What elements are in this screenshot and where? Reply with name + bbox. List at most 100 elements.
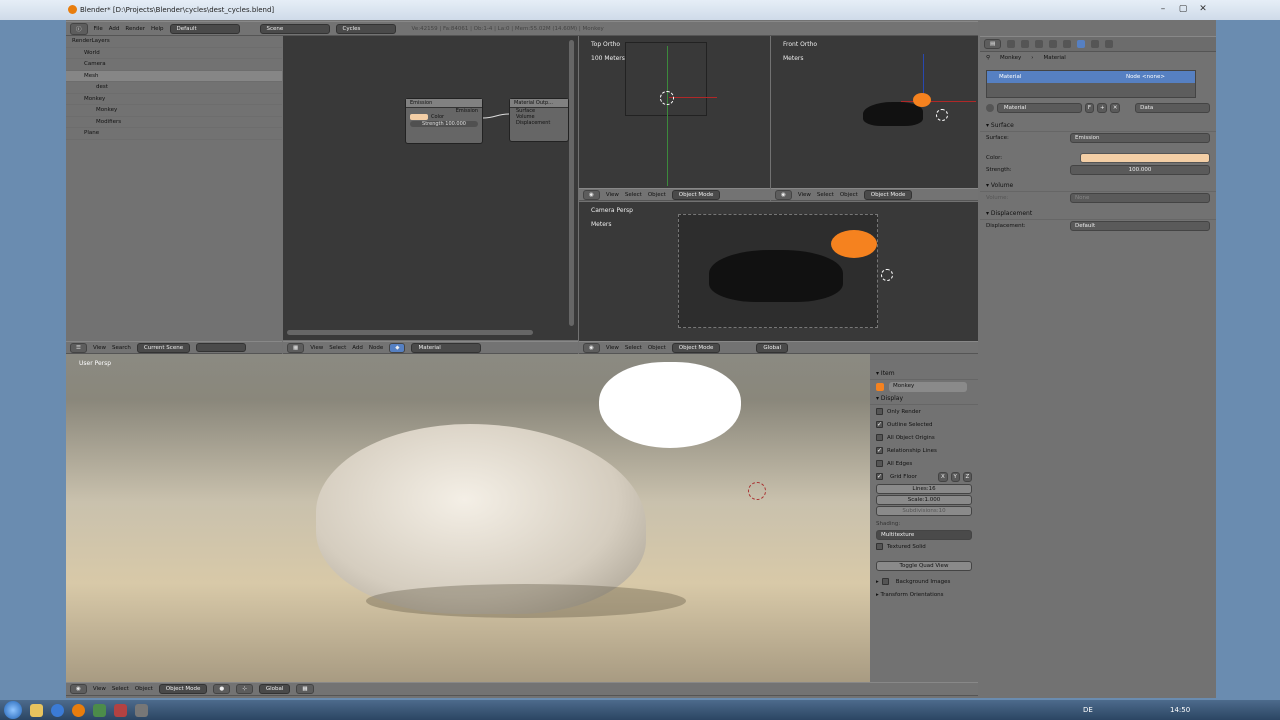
item-section-header[interactable]: ▾ Item	[870, 368, 978, 380]
volume-shader-selector[interactable]: None	[1070, 193, 1210, 203]
menu-help[interactable]: Help	[151, 26, 164, 32]
object-menu[interactable]: Object	[648, 345, 666, 351]
outliner-search-menu[interactable]: Search	[112, 345, 131, 351]
surface-section-header[interactable]: ▾ Surface	[980, 120, 1216, 132]
view-menu[interactable]: View	[606, 192, 619, 198]
axis-y-toggle[interactable]: Y	[950, 471, 960, 482]
app-icon[interactable]	[93, 703, 106, 717]
outliner-row[interactable]: World	[66, 48, 282, 59]
menu-add[interactable]: Add	[109, 26, 120, 32]
world-tab-icon[interactable]	[1035, 40, 1044, 48]
top-ortho-viewport[interactable]: Top Ortho 100 Meters	[579, 36, 770, 188]
object-tab-icon[interactable]	[1049, 40, 1058, 48]
layers-icon[interactable]: ▦	[296, 684, 314, 694]
properties-editor-icon[interactable]: ▤	[984, 39, 1002, 49]
axis-x-toggle[interactable]: X	[938, 471, 948, 482]
outliner-row[interactable]: Modifiers	[66, 117, 282, 128]
view-menu[interactable]: View	[93, 686, 106, 692]
language-indicator[interactable]: DE	[1083, 706, 1093, 714]
background-images-header[interactable]: ▸ Background Images	[870, 575, 978, 588]
material-name-field[interactable]: Material	[996, 103, 1082, 113]
start-button[interactable]	[4, 701, 22, 719]
layout-selector[interactable]: Default	[169, 23, 240, 34]
breadcrumb-material[interactable]: Material	[1043, 55, 1065, 61]
axis-z-toggle[interactable]: Z	[962, 471, 973, 482]
texture-tab-icon[interactable]	[1091, 40, 1100, 48]
close-button[interactable]: ✕	[1196, 3, 1210, 15]
display-option-row[interactable]: ✓ Relationship Lines	[870, 444, 978, 457]
menu-render[interactable]: Render	[125, 26, 145, 32]
outliner-row[interactable]: Mesh	[66, 70, 282, 82]
display-section-header[interactable]: ▾ Display	[870, 393, 978, 405]
orientation-selector[interactable]: Global	[258, 684, 291, 694]
material-output-node[interactable]: Material Outp... Surface Volume Displace…	[509, 98, 569, 142]
node-add-menu[interactable]: Add	[352, 345, 363, 351]
volume-section-header[interactable]: ▾ Volume	[980, 180, 1216, 192]
minimize-button[interactable]: –	[1156, 3, 1170, 15]
view3d-editor-icon[interactable]: ◉	[583, 342, 600, 353]
material-tab-icon[interactable]	[1077, 40, 1086, 48]
fake-user-button[interactable]: F	[1084, 103, 1095, 113]
modifier-tab-icon[interactable]	[1063, 40, 1072, 48]
viewport-shading-icon[interactable]: ●	[213, 684, 231, 694]
object-menu[interactable]: Object	[648, 192, 666, 198]
breadcrumb-object[interactable]: Monkey	[1000, 55, 1021, 61]
select-menu[interactable]: Select	[817, 192, 834, 198]
blender-taskbar-icon[interactable]	[72, 703, 85, 717]
grid-lines-field[interactable]: Lines:16	[876, 484, 972, 494]
material-slot-row[interactable]: Material Node <none>	[987, 71, 1195, 83]
menu-file[interactable]: File	[94, 26, 103, 32]
view3d-editor-icon[interactable]: ◉	[775, 189, 792, 200]
maximize-button[interactable]: ▢	[1176, 3, 1190, 15]
shader-nodes-icon[interactable]: ◆	[389, 342, 406, 353]
checkbox[interactable]: ✓	[876, 447, 883, 454]
object-name-field[interactable]: Monkey	[889, 381, 967, 392]
outliner-editor-icon[interactable]: ☰	[70, 342, 87, 353]
pivot-icon[interactable]: ⊹	[236, 684, 253, 694]
checkbox[interactable]	[876, 460, 883, 467]
explorer-icon[interactable]	[30, 703, 43, 717]
displacement-selector[interactable]: Default	[1070, 221, 1210, 231]
node-editor-hscrollbar[interactable]	[287, 330, 533, 335]
outliner-row[interactable]: Camera	[66, 59, 282, 71]
outliner-row[interactable]: RenderLayers	[66, 36, 282, 48]
view3d-editor-icon[interactable]: ◉	[70, 684, 87, 694]
display-option-row[interactable]: ✓ Outline Selected	[870, 418, 978, 431]
front-ortho-viewport[interactable]: Front Ortho Meters	[771, 36, 978, 188]
app-icon[interactable]	[135, 703, 148, 717]
display-option-row[interactable]: Only Render	[870, 405, 978, 418]
unlink-material-button[interactable]: ✕	[1110, 103, 1121, 113]
material-sphere-icon[interactable]	[986, 104, 994, 112]
checkbox[interactable]	[881, 578, 889, 585]
outliner-search-input[interactable]	[196, 343, 247, 352]
checkbox[interactable]: ✓	[876, 473, 883, 480]
grid-subdivisions-field[interactable]: Subdivisions:10	[876, 506, 972, 516]
pin-icon[interactable]: ⚲	[986, 55, 990, 61]
outliner-row[interactable]: dest	[66, 82, 282, 94]
link-selector[interactable]: Data	[1135, 103, 1210, 113]
node-editor-icon[interactable]: ▦	[287, 342, 305, 353]
checkbox[interactable]	[876, 543, 883, 550]
object-menu[interactable]: Object	[135, 686, 153, 692]
engine-selector[interactable]: Cycles	[335, 23, 396, 34]
displacement-section-header[interactable]: ▾ Displacement	[980, 208, 1216, 220]
surface-shader-selector[interactable]: Emission	[1070, 133, 1210, 143]
view-menu[interactable]: View	[798, 192, 811, 198]
chrome-icon[interactable]	[51, 703, 64, 717]
node-select-menu[interactable]: Select	[329, 345, 346, 351]
outliner-row[interactable]: Monkey	[66, 105, 282, 117]
view3d-editor-icon[interactable]: ◉	[583, 189, 600, 200]
mode-selector[interactable]: Object Mode	[671, 189, 721, 200]
scene-selector[interactable]: Scene	[259, 23, 330, 34]
checkbox[interactable]: ✓	[876, 421, 883, 428]
node-material-selector[interactable]: Material	[411, 342, 482, 353]
object-menu[interactable]: Object	[840, 192, 858, 198]
app-icon[interactable]	[114, 703, 127, 717]
outliner-view-menu[interactable]: View	[93, 345, 106, 351]
outliner-row[interactable]: Monkey	[66, 94, 282, 105]
orientation-selector[interactable]: Global	[756, 342, 788, 353]
textured-solid-row[interactable]: Textured Solid	[870, 540, 978, 553]
emission-color-field[interactable]	[1080, 153, 1210, 163]
select-menu[interactable]: Select	[625, 192, 642, 198]
display-option-row[interactable]: All Object Origins	[870, 431, 978, 444]
